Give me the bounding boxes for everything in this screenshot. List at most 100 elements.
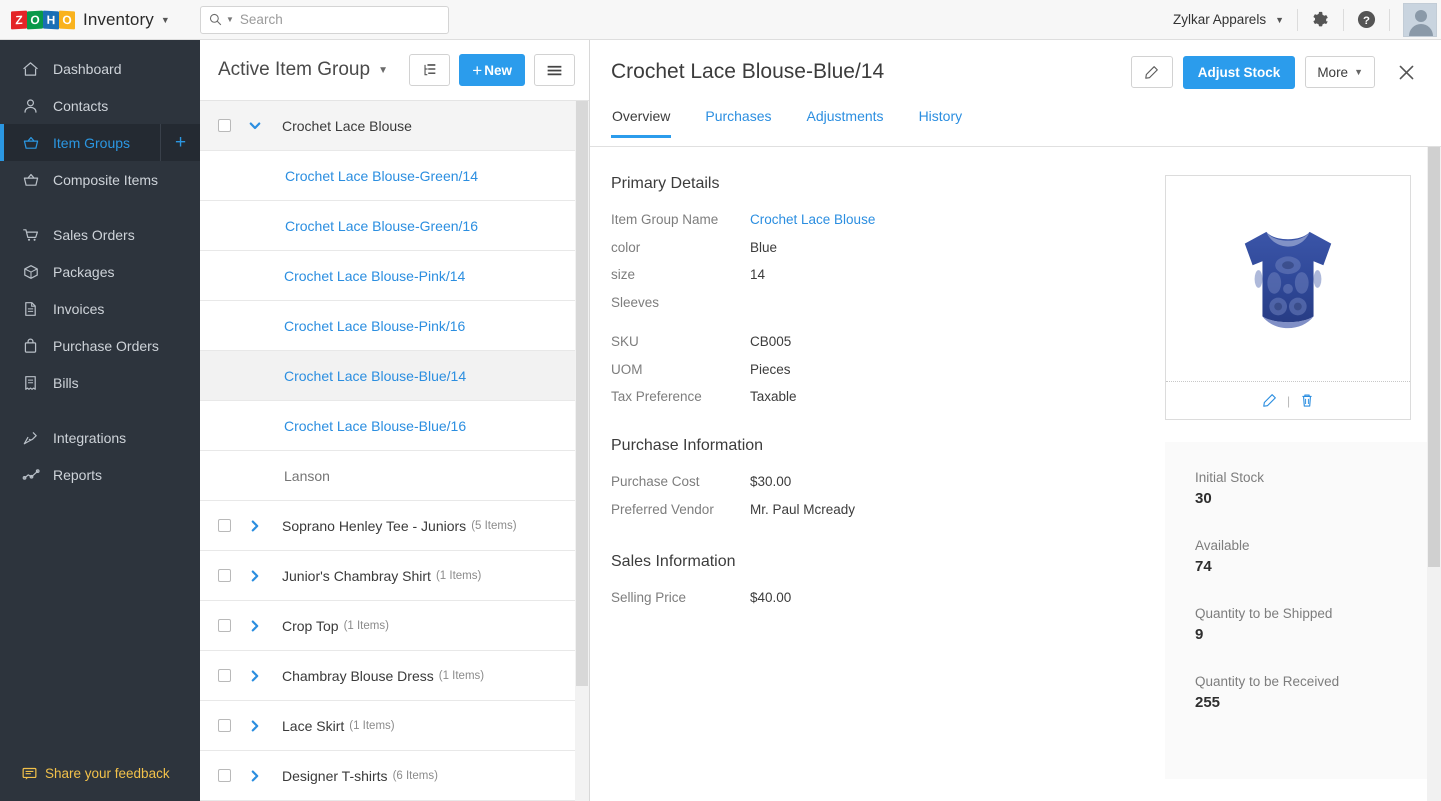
row-checkbox-cell[interactable] bbox=[200, 569, 248, 582]
share-feedback-link[interactable]: Share your feedback bbox=[0, 766, 200, 801]
list-item[interactable]: Chambray Blouse Dress (1 Items) bbox=[200, 651, 589, 701]
list-item-label[interactable]: Crochet Lace Blouse-Pink/14 bbox=[284, 268, 465, 284]
detail-side-column: | Initial Stock 30 Available bbox=[1161, 147, 1441, 801]
list-item[interactable]: Crochet Lace Blouse-Pink/16 bbox=[200, 301, 589, 351]
detail-tabs: Overview Purchases Adjustments History bbox=[590, 104, 1441, 147]
search-scope-chevron-icon[interactable]: ▼ bbox=[226, 15, 234, 24]
row-checkbox-cell[interactable] bbox=[200, 619, 248, 632]
list-item-label[interactable]: Crochet Lace Blouse-Pink/16 bbox=[284, 318, 465, 334]
list-item-count: (1 Items) bbox=[439, 670, 484, 682]
new-item-group-button[interactable]: + New bbox=[459, 54, 525, 86]
list-item[interactable]: Crochet Lace Blouse-Green/16 bbox=[200, 201, 589, 251]
row-checkbox[interactable] bbox=[218, 669, 231, 682]
row-checkbox[interactable] bbox=[218, 769, 231, 782]
list-filter-chevron-down-icon[interactable]: ▼ bbox=[378, 65, 388, 76]
adjust-stock-button[interactable]: Adjust Stock bbox=[1183, 56, 1296, 89]
row-checkbox[interactable] bbox=[218, 569, 231, 582]
list-item-selected[interactable]: Crochet Lace Blouse-Blue/14 bbox=[200, 351, 589, 401]
list-item-label[interactable]: Crochet Lace Blouse-Blue/16 bbox=[284, 418, 466, 434]
list-scrollbar-thumb[interactable] bbox=[576, 101, 588, 686]
pencil-icon[interactable] bbox=[1262, 393, 1277, 408]
list-item-label: Soprano Henley Tee - Juniors bbox=[282, 518, 466, 534]
sidebar-item-sales-orders[interactable]: Sales Orders bbox=[0, 216, 200, 253]
list-item[interactable]: Crochet Lace Blouse-Green/14 bbox=[200, 151, 589, 201]
sidebar-item-item-groups[interactable]: Item Groups + bbox=[0, 124, 200, 161]
row-checkbox-cell[interactable] bbox=[200, 769, 248, 782]
list-item[interactable]: Crochet Lace Blouse-Blue/16 bbox=[200, 401, 589, 451]
list-item-label[interactable]: Crochet Lace Blouse-Blue/14 bbox=[284, 368, 466, 384]
list-item[interactable]: Crop Top (1 Items) bbox=[200, 601, 589, 651]
row-checkbox-cell[interactable] bbox=[200, 669, 248, 682]
page-title: Crochet Lace Blouse-Blue/14 bbox=[611, 60, 884, 84]
row-checkbox[interactable] bbox=[218, 619, 231, 632]
list-scrollbar-track[interactable] bbox=[575, 101, 589, 801]
org-chevron-down-icon[interactable]: ▼ bbox=[1275, 15, 1284, 25]
close-icon[interactable] bbox=[1391, 57, 1421, 87]
chevron-right-icon[interactable] bbox=[248, 569, 282, 583]
row-checkbox-cell[interactable] bbox=[200, 119, 248, 132]
divider: | bbox=[1287, 394, 1290, 408]
list-filter-title[interactable]: Active Item Group bbox=[218, 59, 370, 81]
detail-scrollbar-thumb[interactable] bbox=[1428, 147, 1440, 567]
row-checkbox[interactable] bbox=[218, 719, 231, 732]
list-item[interactable]: Crochet Lace Blouse-Pink/14 bbox=[200, 251, 589, 301]
field-value[interactable]: Crochet Lace Blouse bbox=[750, 210, 875, 230]
chevron-right-icon[interactable] bbox=[248, 719, 282, 733]
sidebar-item-contacts[interactable]: Contacts bbox=[0, 87, 200, 124]
search-box[interactable]: ▼ bbox=[200, 6, 449, 34]
sidebar-item-composite-items[interactable]: Composite Items bbox=[0, 161, 200, 198]
chevron-right-icon[interactable] bbox=[248, 769, 282, 783]
field-value: Pieces bbox=[750, 360, 791, 380]
chevron-down-icon[interactable]: ▼ bbox=[161, 15, 170, 25]
tab-adjustments[interactable]: Adjustments bbox=[806, 104, 885, 137]
gear-icon[interactable] bbox=[1311, 10, 1330, 29]
sidebar-item-reports[interactable]: Reports bbox=[0, 456, 200, 493]
row-checkbox-cell[interactable] bbox=[200, 719, 248, 732]
list-item-label[interactable]: Crochet Lace Blouse-Green/14 bbox=[285, 168, 478, 184]
sidebar-item-integrations[interactable]: Integrations bbox=[0, 419, 200, 456]
more-button[interactable]: More ▼ bbox=[1305, 56, 1375, 88]
chevron-right-icon[interactable] bbox=[248, 519, 282, 533]
row-checkbox[interactable] bbox=[218, 519, 231, 532]
detail-scrollbar-track[interactable] bbox=[1427, 147, 1441, 801]
list-item-label[interactable]: Crochet Lace Blouse-Green/16 bbox=[285, 218, 478, 234]
add-item-group-button[interactable]: + bbox=[160, 124, 200, 161]
list-item-count: (1 Items) bbox=[344, 620, 389, 632]
chevron-down-icon[interactable] bbox=[248, 119, 282, 133]
avatar[interactable] bbox=[1403, 3, 1437, 37]
tab-purchases[interactable]: Purchases bbox=[704, 104, 772, 137]
chevron-right-icon[interactable] bbox=[248, 619, 282, 633]
item-group-list[interactable]: Crochet Lace Blouse Crochet Lace Blouse-… bbox=[200, 101, 589, 801]
sidebar-item-dashboard[interactable]: Dashboard bbox=[0, 50, 200, 87]
tab-history[interactable]: History bbox=[918, 104, 964, 137]
sidebar: Dashboard Contacts Item Groups + bbox=[0, 40, 200, 801]
trash-icon[interactable] bbox=[1300, 393, 1314, 408]
organization-name[interactable]: Zylkar Apparels bbox=[1173, 12, 1270, 27]
list-item[interactable]: Soprano Henley Tee - Juniors (5 Items) bbox=[200, 501, 589, 551]
list-item[interactable]: Lace Skirt (1 Items) bbox=[200, 701, 589, 751]
basket-icon bbox=[22, 134, 42, 152]
search-input[interactable] bbox=[240, 12, 440, 27]
stock-value: 255 bbox=[1195, 694, 1441, 711]
hamburger-menu-icon[interactable] bbox=[534, 54, 575, 86]
edit-button[interactable] bbox=[1131, 56, 1173, 88]
row-checkbox-cell[interactable] bbox=[200, 519, 248, 532]
row-checkbox[interactable] bbox=[218, 119, 231, 132]
sidebar-item-purchase-orders[interactable]: Purchase Orders bbox=[0, 327, 200, 364]
list-item[interactable]: Designer T-shirts (6 Items) bbox=[200, 751, 589, 801]
pencil-icon bbox=[1144, 65, 1159, 80]
tree-view-icon[interactable] bbox=[409, 54, 450, 86]
chevron-right-icon[interactable] bbox=[248, 669, 282, 683]
list-item[interactable]: Junior's Chambray Shirt (1 Items) bbox=[200, 551, 589, 601]
bag-icon bbox=[22, 337, 42, 355]
sidebar-item-invoices[interactable]: Invoices bbox=[0, 290, 200, 327]
list-item[interactable]: Crochet Lace Blouse bbox=[200, 101, 589, 151]
list-item[interactable]: Lanson bbox=[200, 451, 589, 501]
sidebar-item-packages[interactable]: Packages bbox=[0, 253, 200, 290]
help-icon[interactable]: ? bbox=[1357, 10, 1376, 29]
sidebar-item-label: Invoices bbox=[53, 301, 104, 317]
tab-overview[interactable]: Overview bbox=[611, 104, 671, 137]
sidebar-item-bills[interactable]: Bills bbox=[0, 364, 200, 401]
list-item-label: Crop Top bbox=[282, 618, 339, 634]
brand-area[interactable]: ZOHO Inventory ▼ bbox=[0, 10, 200, 30]
